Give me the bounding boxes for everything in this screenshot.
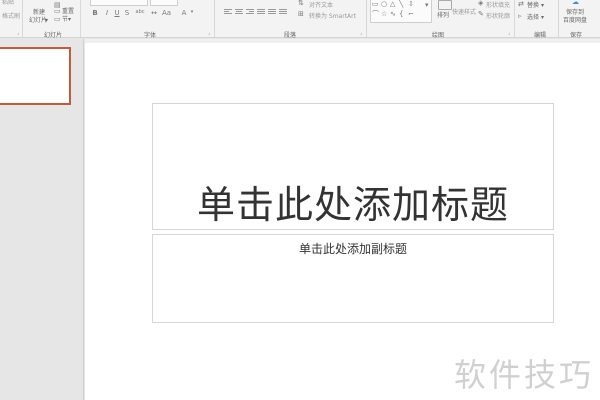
shapes-more-icon[interactable]: ▾	[425, 2, 429, 9]
align-left-icon[interactable]	[224, 9, 232, 15]
text-direction-icon[interactable]: ⇅	[298, 0, 304, 7]
distributed-icon[interactable]	[268, 9, 276, 15]
font-family-select[interactable]	[90, 0, 148, 6]
justify-icon[interactable]	[257, 9, 265, 15]
strikethrough-button[interactable]: abc	[134, 9, 146, 15]
curve-shape-icon[interactable]: ∿	[390, 11, 396, 18]
char-spacing-icon[interactable]: ↔	[150, 9, 158, 17]
slides-group-label: 幻灯片	[44, 32, 63, 39]
group-separator	[214, 0, 215, 37]
subtitle-placeholder-text: 单击此处添加副标题	[298, 242, 407, 256]
new-slide-chevron-icon[interactable]: ▾	[45, 17, 48, 24]
reset-button[interactable]: 重置	[62, 8, 74, 15]
cloud-save-icon[interactable]: ☁	[572, 0, 579, 6]
smartart-icon[interactable]: ⊞	[298, 11, 304, 18]
reset-icon[interactable]: ▭	[54, 8, 61, 15]
font-color-icon[interactable]: A	[180, 9, 188, 17]
triangle-shape-icon[interactable]: △	[390, 1, 395, 8]
align-center-icon[interactable]	[235, 9, 243, 15]
shadow-button[interactable]: S	[123, 9, 131, 17]
clipboard-copy-label[interactable]: 粘贴	[2, 0, 14, 6]
italic-button[interactable]: I	[103, 9, 111, 17]
subtitle-placeholder[interactable]: 单击此处添加副标题	[152, 234, 554, 323]
drawing-launcher-icon[interactable]: ⌟	[508, 30, 510, 36]
underline-button[interactable]: U	[113, 9, 121, 17]
arrange-button[interactable]: 排列	[437, 12, 449, 19]
new-slide-button[interactable]: 新建	[33, 9, 45, 16]
font-group-label: 字体	[144, 32, 157, 39]
replace-chevron-icon[interactable]: ▾	[541, 2, 544, 9]
drawing-group-label: 绘图	[432, 32, 445, 39]
rectangle-shape-icon[interactable]: ▭	[372, 1, 379, 8]
title-placeholder[interactable]: 单击此处添加标题	[152, 103, 554, 230]
shape-fill-button[interactable]: 形状填充	[486, 2, 510, 9]
group-separator	[22, 0, 23, 37]
font-color-chevron-icon[interactable]: ▾	[188, 9, 196, 15]
replace-button[interactable]: 替换	[527, 2, 539, 9]
smartart-button[interactable]: 转换为 SmartArt	[309, 13, 356, 20]
align-right-icon[interactable]	[246, 9, 254, 15]
group-separator	[558, 0, 559, 37]
select-chevron-icon[interactable]: ▾	[541, 14, 544, 21]
clipboard-launcher-icon[interactable]: ⌟	[17, 30, 19, 36]
shape-fill-icon[interactable]: ◈	[478, 0, 483, 7]
callout-shape-icon[interactable]: ⌐	[408, 11, 414, 18]
slide-thumbnail-1[interactable]	[0, 47, 71, 105]
group-separator	[514, 0, 515, 37]
oval-shape-icon[interactable]: ○	[381, 1, 387, 8]
replace-icon[interactable]: ⇄	[518, 1, 524, 8]
save-to-label[interactable]: 保存到	[566, 9, 584, 16]
change-case-icon[interactable]: Aa	[162, 9, 171, 17]
columns-icon[interactable]	[279, 9, 287, 15]
arrow-shape-icon[interactable]: ⇩	[408, 1, 414, 8]
section-chevron-icon[interactable]: ▾	[68, 16, 71, 23]
shape-outline-button[interactable]: 形状轮廓	[486, 13, 510, 20]
slide-thumbnails-pane	[0, 39, 84, 400]
paragraph-group-label: 段落	[284, 32, 297, 39]
font-size-select[interactable]	[150, 0, 178, 6]
save-group-label: 保存	[570, 32, 583, 39]
text-align-button[interactable]: 对齐文本	[309, 2, 333, 9]
arrange-icon[interactable]	[438, 0, 452, 10]
baidu-netdisk-button[interactable]: 百度网盘	[563, 17, 587, 24]
bracket-shape-icon[interactable]: ⌒	[372, 11, 379, 18]
slide: 单击此处添加标题 单击此处添加副标题	[85, 43, 600, 400]
font-launcher-icon[interactable]: ⌟	[208, 30, 210, 36]
bold-button[interactable]: B	[91, 9, 99, 17]
ribbon: 粘贴 格式刷 新建 幻灯片 ▾ ▤ ▭ 重置 ▭ 节 ▾ 幻灯片 ⌟ B I U…	[0, 0, 600, 39]
slide-editor-canvas: 单击此处添加标题 单击此处添加副标题	[85, 39, 600, 400]
format-painter-button[interactable]: 格式刷	[2, 13, 20, 20]
group-separator	[80, 0, 81, 37]
paragraph-launcher-icon[interactable]: ⌟	[360, 30, 362, 36]
shape-outline-icon[interactable]: ✎	[478, 11, 484, 18]
quick-styles-button[interactable]: 快速样式	[452, 9, 476, 16]
brace-shape-icon[interactable]: {	[399, 11, 403, 18]
section-icon[interactable]: ▭	[54, 16, 61, 23]
star-shape-icon[interactable]: ☆	[381, 11, 387, 18]
editing-group-label: 编辑	[534, 32, 547, 39]
group-separator	[366, 0, 367, 37]
title-placeholder-text: 单击此处添加标题	[196, 183, 509, 227]
select-icon[interactable]: ▹	[518, 13, 522, 20]
watermark: 软件技巧	[453, 356, 594, 394]
select-button[interactable]: 选择	[527, 14, 539, 21]
line-shape-icon[interactable]: ╲	[399, 1, 403, 8]
